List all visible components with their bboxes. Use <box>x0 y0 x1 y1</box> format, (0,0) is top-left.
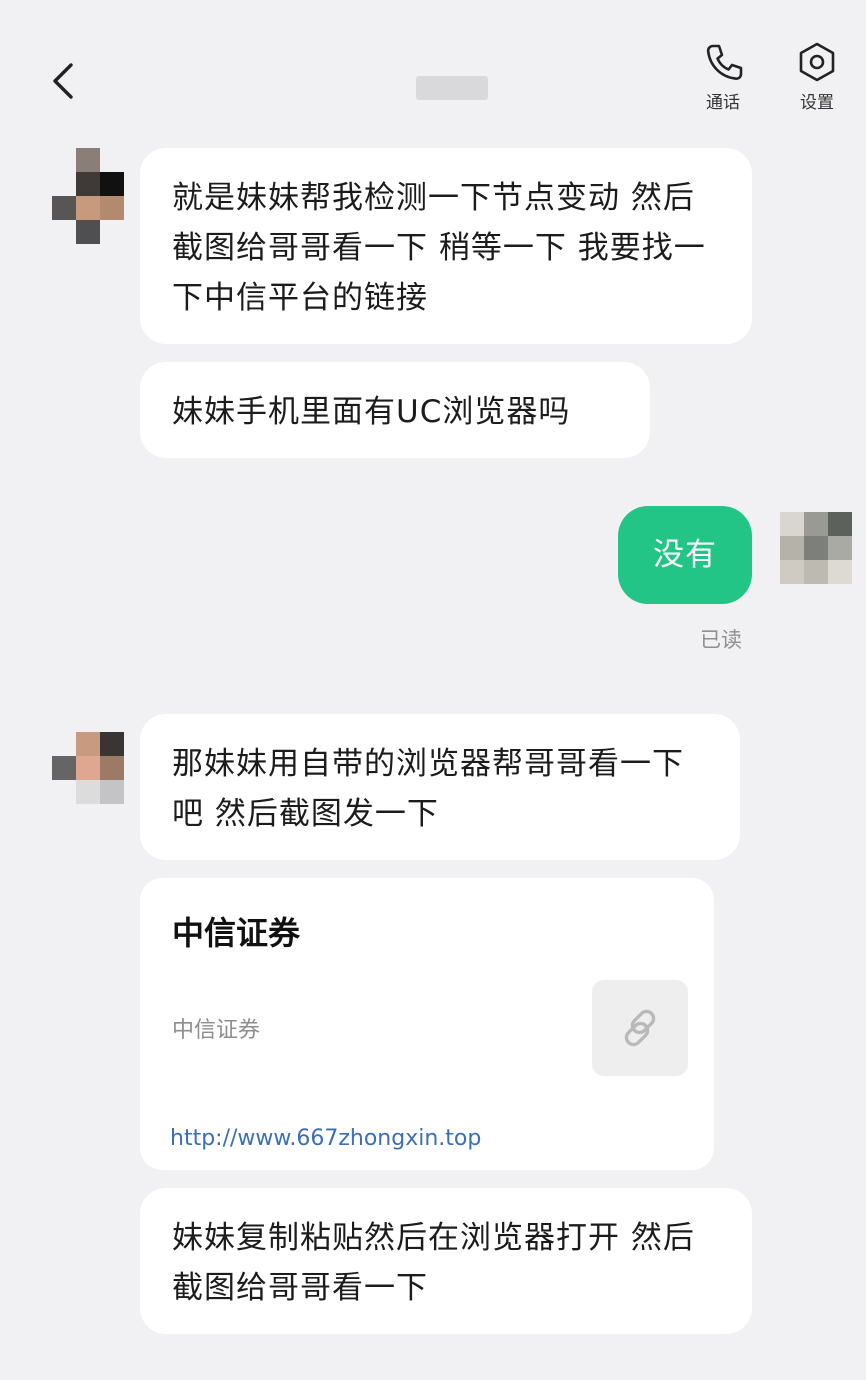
message-text: 没有 <box>653 537 717 573</box>
link-card-description: 中信证券 <box>172 1018 261 1043</box>
call-label: 通话 <box>706 93 740 113</box>
message-bubble-incoming[interactable]: 妹妹手机里面有UC浏览器吗 <box>140 362 650 458</box>
message-text: 妹妹手机里面有UC浏览器吗 <box>172 394 571 430</box>
contact-avatar[interactable] <box>52 732 124 804</box>
contact-avatar[interactable] <box>52 148 124 244</box>
message-text: 妹妹复制粘贴然后在浏览器打开 然后截图给哥哥看一下 <box>172 1220 695 1306</box>
link-card-title: 中信证券 <box>172 914 301 952</box>
message-bubble-incoming[interactable]: 那妹妹用自带的浏览器帮哥哥看一下吧 然后截图发一下 <box>140 714 740 860</box>
contact-name-redacted <box>416 76 488 100</box>
settings-label: 设置 <box>800 93 834 113</box>
message-text: 就是妹妹帮我检测一下节点变动 然后截图给哥哥看一下 稍等一下 我要找一下中信平台… <box>172 180 706 316</box>
user-avatar[interactable] <box>780 512 852 584</box>
call-button[interactable]: 通话 <box>688 40 758 120</box>
read-status: 已读 <box>700 628 742 652</box>
settings-button[interactable]: 设置 <box>782 40 852 120</box>
back-button[interactable] <box>40 56 84 106</box>
link-card[interactable]: 中信证券 中信证券 http://www.667zhongxin.top <box>140 878 714 1170</box>
hexagon-gear-icon <box>799 42 835 82</box>
link-card-thumbnail <box>592 980 688 1076</box>
message-bubble-incoming[interactable]: 就是妹妹帮我检测一下节点变动 然后截图给哥哥看一下 稍等一下 我要找一下中信平台… <box>140 148 752 344</box>
chevron-left-icon <box>53 63 73 99</box>
link-card-url[interactable]: http://www.667zhongxin.top <box>170 1126 481 1151</box>
message-bubble-outgoing[interactable]: 没有 <box>618 506 752 604</box>
message-text: 那妹妹用自带的浏览器帮哥哥看一下吧 然后截图发一下 <box>172 746 684 832</box>
message-bubble-incoming[interactable]: 妹妹复制粘贴然后在浏览器打开 然后截图给哥哥看一下 <box>140 1188 752 1334</box>
phone-icon <box>706 44 743 80</box>
link-icon <box>624 1009 656 1047</box>
